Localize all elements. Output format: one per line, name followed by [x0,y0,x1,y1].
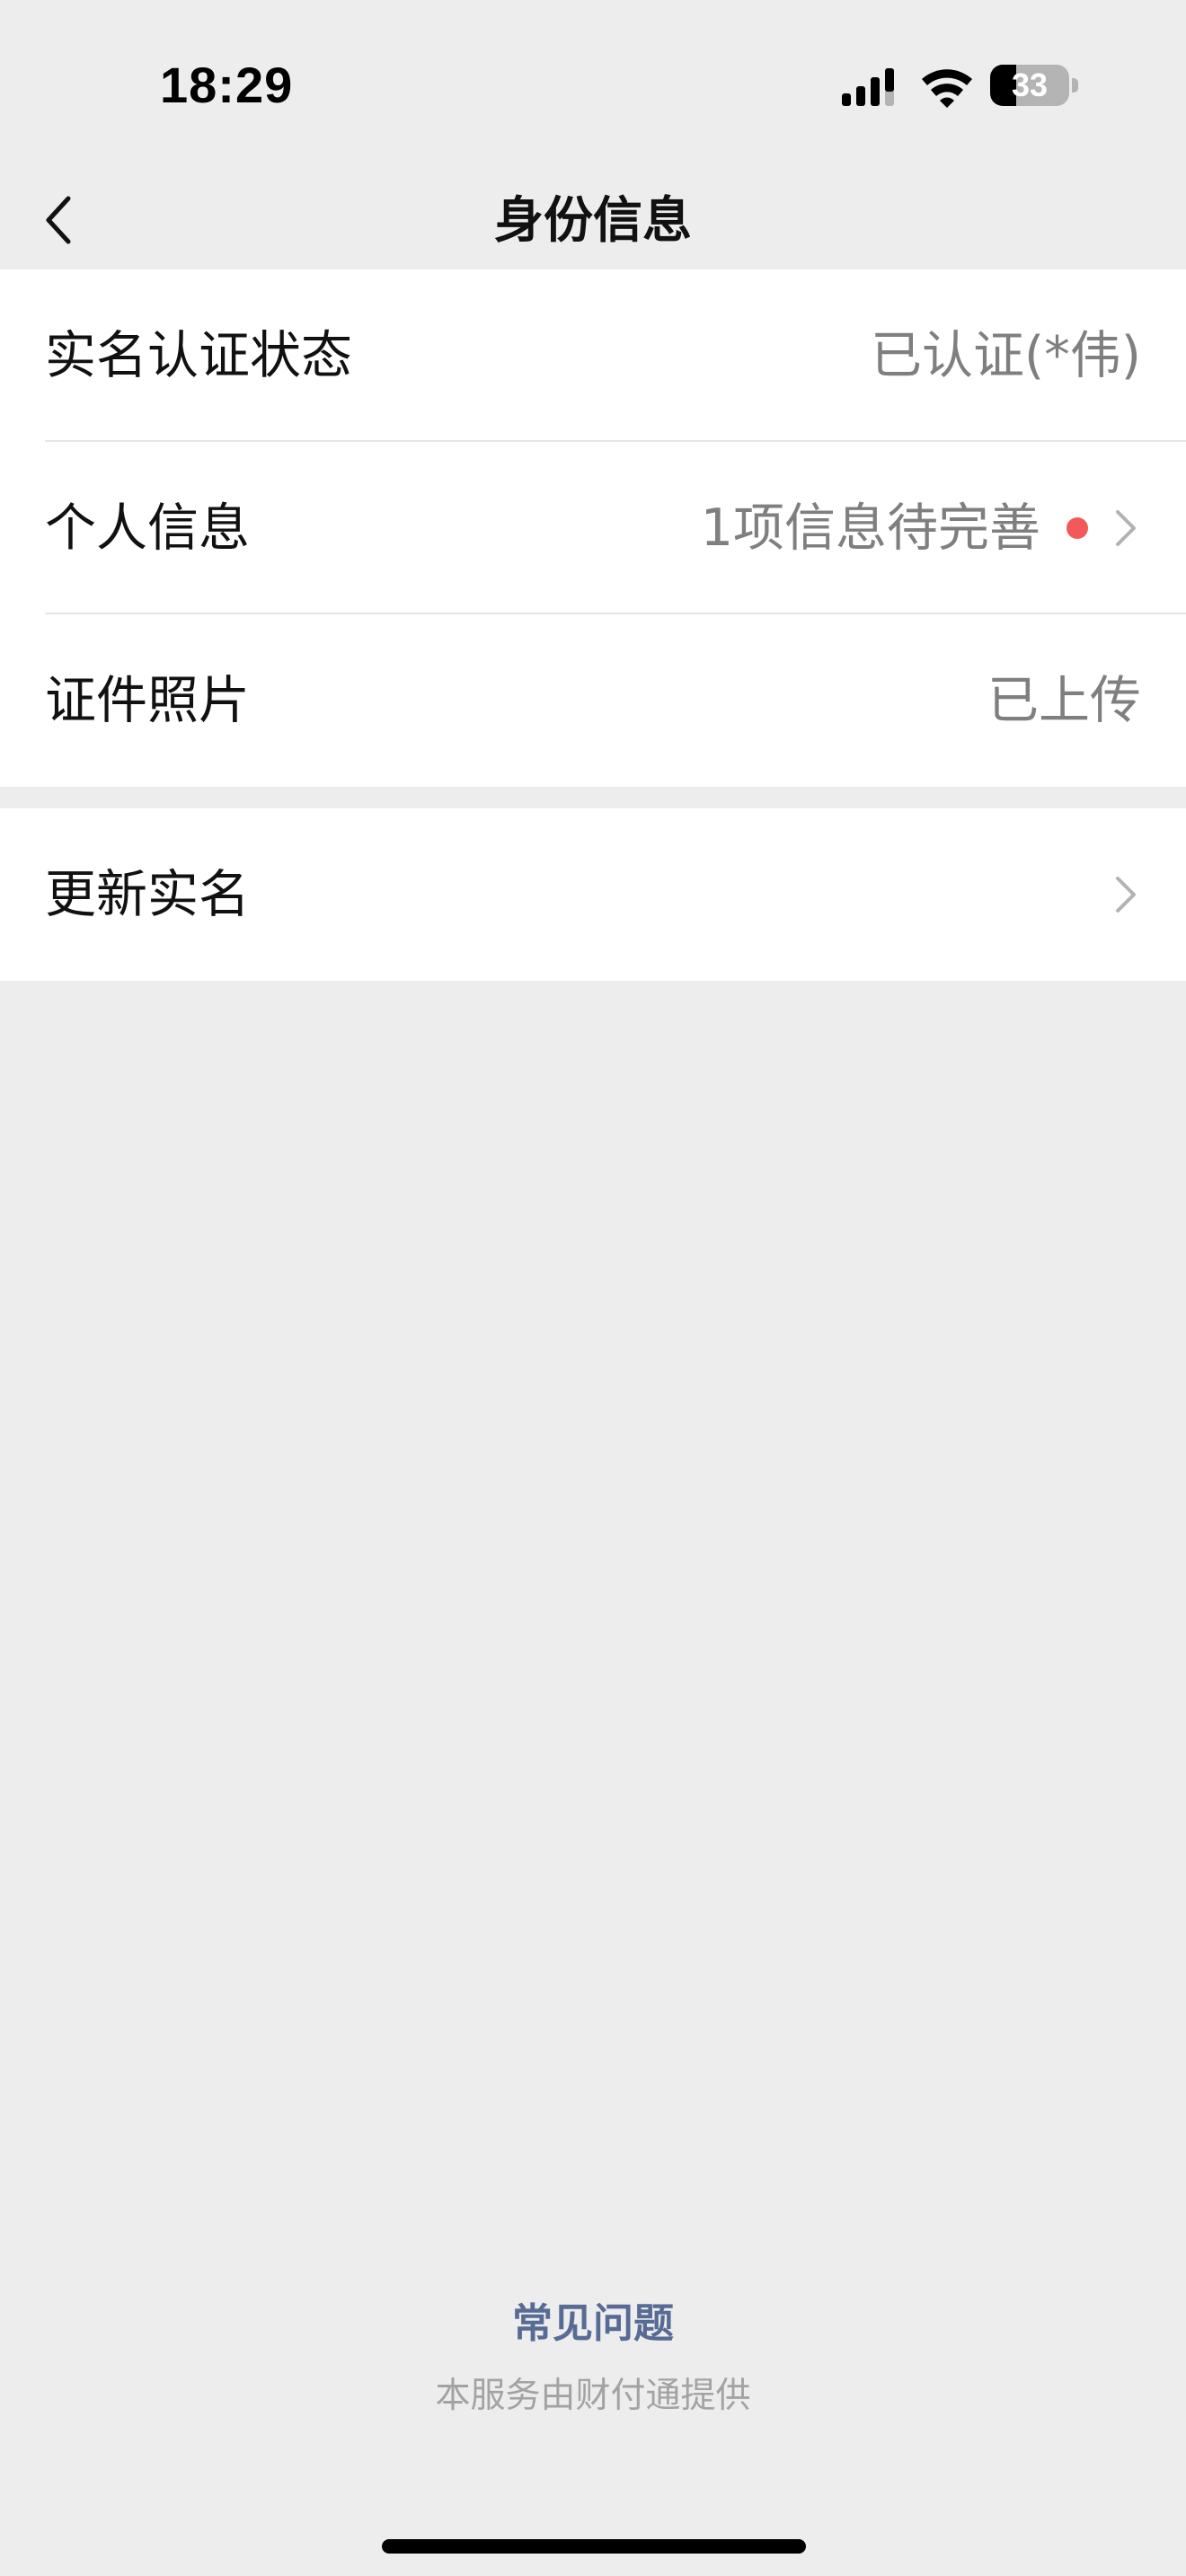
status-time: 18:29 [160,57,294,113]
personal-info-value: 1项信息待完善 [700,498,1040,558]
nav-bar: 身份信息 [0,171,1186,269]
back-button[interactable] [27,180,108,260]
wifi-icon [922,69,972,108]
chevron-right-icon [1116,510,1136,546]
id-photo-row: 证件照片 已上传 [0,614,1186,787]
home-indicator[interactable] [382,2539,806,2554]
verification-status-value: 已认证(*伟) [871,326,1141,385]
update-name-group: 更新实名 [0,808,1186,981]
provider-note: 本服务由财付通提供 [435,2376,751,2416]
chevron-left-icon [46,196,71,244]
personal-info-row[interactable]: 个人信息 1项信息待完善 [0,442,1186,614]
notification-dot [1067,517,1088,539]
signal-icon [842,68,894,106]
page-title: 身份信息 [493,191,692,249]
chevron-right-icon [1116,877,1136,913]
verification-status-row: 实名认证状态 已认证(*伟) [0,269,1186,442]
faq-link[interactable]: 常见问题 [0,2292,1186,2355]
id-photo-value: 已上传 [987,671,1141,730]
update-real-name-label: 更新实名 [45,865,250,924]
status-bar: 18:29 33 [0,0,1186,171]
verification-status-label: 实名认证状态 [45,326,352,385]
battery-icon: 33 [990,65,1080,108]
personal-info-label: 个人信息 [45,498,250,558]
battery-level: 33 [1011,66,1049,103]
id-photo-label: 证件照片 [45,671,250,730]
update-real-name-row[interactable]: 更新实名 [0,808,1186,981]
identity-info-group: 实名认证状态 已认证(*伟) 个人信息 1项信息待完善 证件照片 已上传 [0,269,1186,787]
